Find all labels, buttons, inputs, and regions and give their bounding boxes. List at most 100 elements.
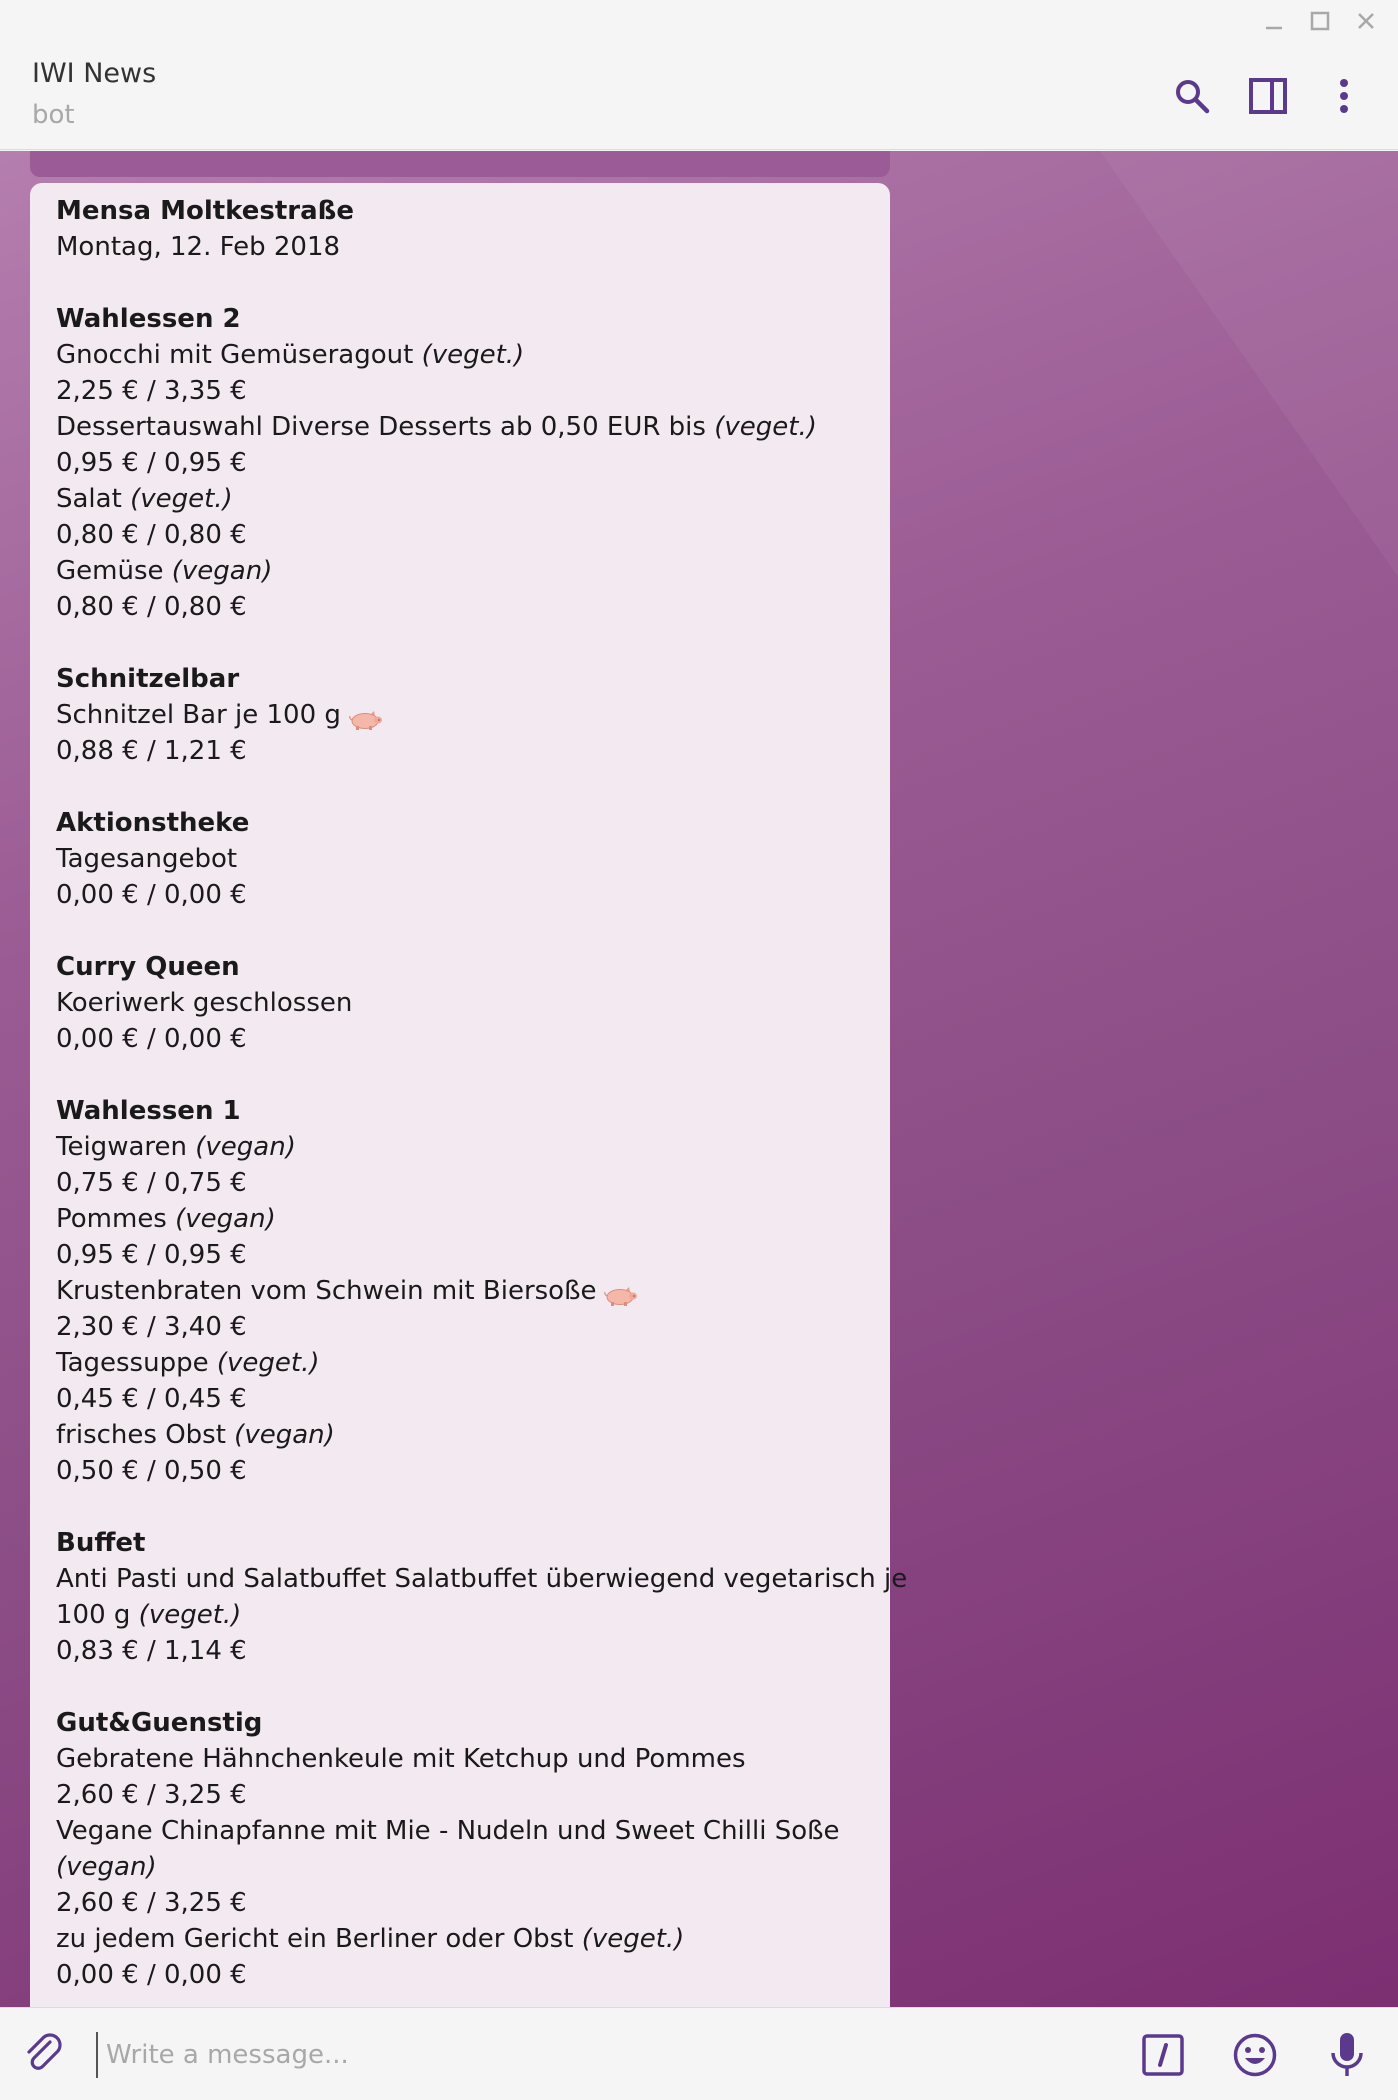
header-bar: IWI News bot — [0, 0, 1398, 150]
line-text: 2,60 € / 3,25 € — [56, 1888, 247, 1918]
menu-line: Pommes (vegan) — [56, 1201, 864, 1237]
menu-line: 0,88 € / 1,21 € — [56, 733, 864, 769]
menu-line: Montag, 12. Feb 2018 — [56, 229, 864, 265]
chat-title[interactable]: IWI News — [32, 58, 156, 89]
minimize-icon[interactable] — [1254, 6, 1294, 36]
menu-line: Salat (veget.) — [56, 481, 864, 517]
maximize-icon[interactable] — [1300, 6, 1340, 36]
line-text: Tagessuppe — [56, 1348, 217, 1378]
menu-line: 0,00 € / 0,00 € — [56, 877, 864, 913]
more-vertical-icon[interactable] — [1306, 70, 1382, 122]
line-text: 0,95 € / 0,95 € — [56, 448, 247, 478]
diet-tag: (vegan) — [195, 1132, 296, 1162]
pig-emoji-icon — [347, 705, 383, 730]
line-spacer — [56, 1669, 864, 1705]
menu-line: 100 g (veget.) — [56, 1597, 864, 1633]
microphone-icon[interactable] — [1320, 2028, 1374, 2082]
close-icon[interactable] — [1346, 6, 1386, 36]
line-text: 0,00 € / 0,00 € — [56, 880, 247, 910]
attach-icon[interactable] — [20, 2030, 68, 2078]
bot-commands-icon[interactable] — [1136, 2028, 1190, 2082]
previous-message-bubble[interactable] — [30, 151, 890, 177]
menu-line: 2,60 € / 3,25 € — [56, 1777, 864, 1813]
menu-line: Tagesangebot — [56, 841, 864, 877]
menu-heading: Aktionstheke — [56, 805, 864, 841]
emoji-icon[interactable] — [1228, 2028, 1282, 2082]
menu-line: Koeriwerk geschlossen — [56, 985, 864, 1021]
diet-tag: (veget.) — [421, 340, 525, 370]
message-bubble[interactable]: Mensa Moltkestraße Montag, 12. Feb 2018 Wa… — [30, 183, 907, 2007]
line-text: Tagesangebot — [56, 844, 238, 874]
line-text: Vegane Chinapfanne mit Mie - Nudeln und … — [56, 1816, 840, 1846]
menu-line: 0,80 € / 0,80 € — [56, 517, 864, 553]
line-text: Gut&Guenstig — [56, 1708, 263, 1738]
line-text: 0,00 € / 0,00 € — [56, 1024, 247, 1054]
line-text: Salat — [56, 484, 131, 514]
diet-tag: (vegan) — [175, 1204, 276, 1234]
menu-line: Teigwaren (vegan) — [56, 1129, 864, 1165]
menu-line: Vegane Chinapfanne mit Mie - Nudeln und … — [56, 1813, 864, 1849]
menu-line: Krustenbraten vom Schwein mit Biersoße — [56, 1273, 864, 1309]
line-text: Mensa Moltkestraße — [56, 196, 354, 226]
chat-history[interactable]: Mensa Moltkestraße Montag, 12. Feb 2018 Wa… — [0, 151, 1398, 2007]
line-text: Wahlessen 1 — [56, 1096, 241, 1126]
menu-line: (vegan) — [56, 1849, 864, 1885]
line-text: Gebratene Hähnchenkeule mit Ketchup und … — [56, 1744, 746, 1774]
search-icon[interactable] — [1154, 70, 1230, 122]
diet-tag: (veget.) — [216, 1348, 320, 1378]
line-text: 0,50 € / 0,50 € — [56, 1456, 247, 1486]
menu-line: 0,00 € / 0,00 € — [56, 1021, 864, 1057]
line-text: 0,95 € / 0,95 € — [56, 1240, 247, 1270]
line-text: 100 g — [56, 1600, 139, 1630]
line-text: 0,00 € / 0,00 € — [56, 1960, 247, 1990]
line-text: 0,83 € / 1,14 € — [56, 1636, 247, 1666]
window-controls — [1254, 6, 1386, 36]
sidebar-toggle-icon[interactable] — [1230, 70, 1306, 122]
line-text: 0,45 € / 0,45 € — [56, 1384, 247, 1414]
menu-line: 2,30 € / 3,40 € — [56, 1309, 864, 1345]
line-text: Wahlessen 2 — [56, 304, 241, 334]
pig-emoji-icon — [602, 1281, 638, 1306]
line-spacer — [56, 625, 864, 661]
line-text: Curry Queen — [56, 952, 240, 982]
chat-status: bot — [32, 100, 75, 130]
menu-heading: Wahlessen 2 — [56, 301, 864, 337]
diet-tag: (veget.) — [714, 412, 817, 442]
line-text: Dessertauswahl Diverse Desserts ab 0,50 … — [56, 412, 715, 442]
line-text: Schnitzelbar — [56, 664, 240, 694]
line-text: 0,80 € / 0,80 € — [56, 592, 247, 622]
menu-line: Anti Pasti und Salatbuffet Salatbuffet ü… — [56, 1561, 907, 1597]
line-text: 0,88 € / 1,21 € — [56, 736, 247, 766]
menu-line: Tagessuppe (veget.) — [56, 1345, 864, 1381]
line-text: Aktionstheke — [56, 808, 250, 838]
line-spacer — [56, 1057, 864, 1093]
line-text: zu jedem Gericht ein Berliner oder Obst — [56, 1924, 582, 1954]
message-input[interactable] — [96, 2032, 996, 2078]
menu-line: 0,80 € / 0,80 € — [56, 589, 864, 625]
menu-line: Dessertauswahl Diverse Desserts ab 0,50 … — [56, 409, 864, 445]
composer-bar — [0, 2007, 1398, 2100]
line-text: Schnitzel Bar je 100 g — [56, 700, 341, 730]
line-text: 2,30 € / 3,40 € — [56, 1312, 247, 1342]
line-text: Gnocchi mit Gemüseragout — [56, 340, 422, 370]
line-text: Pommes — [56, 1204, 176, 1234]
menu-line: Gemüse (vegan) — [56, 553, 864, 589]
line-spacer — [56, 913, 864, 949]
line-text: frisches Obst — [56, 1420, 235, 1450]
menu-line: 2,25 € / 3,35 € — [56, 373, 864, 409]
line-text: 2,60 € / 3,25 € — [56, 1780, 247, 1810]
menu-heading: Mensa Moltkestraße — [56, 193, 864, 229]
line-text: 0,80 € / 0,80 € — [56, 520, 247, 550]
menu-line: 0,95 € / 0,95 € — [56, 445, 864, 481]
line-text: Buffet — [56, 1528, 146, 1558]
menu-line: 0,83 € / 1,14 € — [56, 1633, 864, 1669]
menu-heading: Buffet — [56, 1525, 864, 1561]
line-text: Koeriwerk geschlossen — [56, 988, 353, 1018]
menu-line: Gnocchi mit Gemüseragout (veget.) — [56, 337, 864, 373]
menu-line: 2,60 € / 3,25 € — [56, 1885, 864, 1921]
diet-tag: (veget.) — [138, 1600, 242, 1630]
menu-line: zu jedem Gericht ein Berliner oder Obst … — [56, 1921, 864, 1957]
line-text: Gemüse — [56, 556, 172, 586]
menu-line: 0,00 € / 0,00 € — [56, 1957, 864, 1993]
header-actions — [1154, 70, 1382, 122]
